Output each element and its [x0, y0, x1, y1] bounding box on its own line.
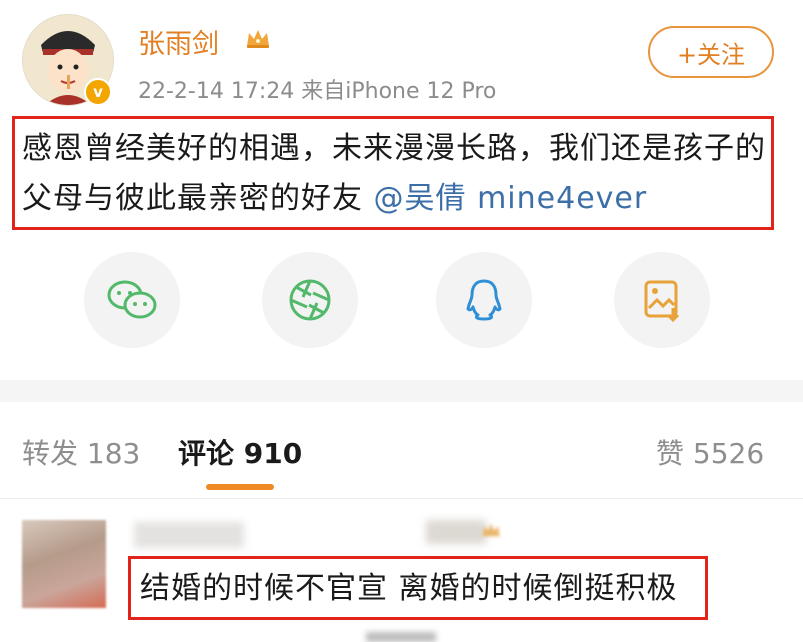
- commenter-badge-redacted: [426, 520, 486, 544]
- tab-comments[interactable]: 评论 910: [178, 432, 302, 472]
- section-divider: [0, 380, 803, 402]
- wechat-icon: [107, 280, 157, 319]
- moments-icon: [289, 279, 331, 321]
- commenter-avatar[interactable]: [22, 520, 106, 608]
- commenter-name-redacted: [134, 522, 244, 548]
- comment-text: 结婚的时候不官宣 离婚的时候倒挺积极: [140, 571, 678, 606]
- qq-icon: [466, 279, 502, 321]
- save-image-button[interactable]: [614, 252, 710, 348]
- share-wechat-button[interactable]: [84, 252, 180, 348]
- share-qq-button[interactable]: [436, 252, 532, 348]
- verified-badge-icon: v: [84, 78, 112, 106]
- tab-likes[interactable]: 赞 5526: [656, 432, 764, 472]
- username[interactable]: 张雨剑: [138, 22, 219, 61]
- crown-icon: [480, 520, 502, 544]
- active-tab-indicator: [206, 484, 274, 490]
- mention-link[interactable]: @吴倩 mine4ever: [374, 181, 648, 216]
- redacted-text: [366, 632, 436, 642]
- tab-divider: [0, 498, 803, 499]
- share-moments-button[interactable]: [262, 252, 358, 348]
- save-image-icon: [644, 280, 680, 322]
- post-text: 感恩曾经美好的相遇，未来漫漫长路，我们还是孩子的父母与彼此最亲密的好友 @吴倩 …: [22, 124, 770, 224]
- post-meta: 22-2-14 17:24 来自iPhone 12 Pro: [138, 79, 497, 104]
- follow-button[interactable]: +关注: [648, 26, 774, 78]
- tab-repost[interactable]: 转发 183: [22, 432, 140, 472]
- crown-icon: [244, 26, 272, 54]
